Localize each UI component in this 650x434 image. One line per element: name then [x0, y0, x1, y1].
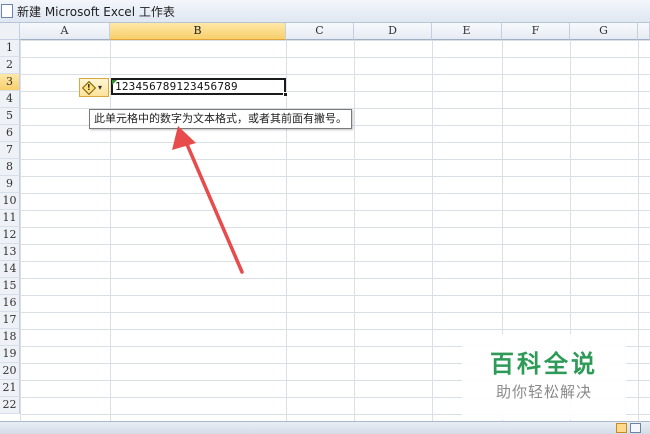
row-header-3[interactable]: 3 [0, 74, 20, 91]
row-header-21[interactable]: 21 [0, 380, 20, 397]
page-layout-view-button[interactable] [630, 423, 641, 433]
warning-diamond-icon: ! [81, 80, 97, 95]
fill-handle[interactable] [283, 92, 288, 97]
error-indicator-icon [112, 80, 117, 85]
row-header-5[interactable]: 5 [0, 108, 20, 125]
row-header-11[interactable]: 11 [0, 210, 20, 227]
watermark-logo: 百科全说 助你轻松解决 [462, 334, 626, 420]
status-bar [0, 421, 650, 434]
window-title: 新建 Microsoft Excel 工作表 [17, 4, 175, 19]
chevron-down-icon[interactable]: ▾ [98, 83, 102, 92]
active-cell-b3[interactable]: 123456789123456789 [111, 78, 286, 95]
row-header-16[interactable]: 16 [0, 295, 20, 312]
row-header-2[interactable]: 2 [0, 57, 20, 74]
column-header-a[interactable]: A [20, 23, 110, 40]
column-header-d[interactable]: D [354, 23, 432, 40]
row-header-14[interactable]: 14 [0, 261, 20, 278]
row-header-4[interactable]: 4 [0, 91, 20, 108]
row-header-20[interactable]: 20 [0, 363, 20, 380]
row-header-22[interactable]: 22 [0, 397, 20, 414]
row-header-13[interactable]: 13 [0, 244, 20, 261]
row-header-1[interactable]: 1 [0, 40, 20, 57]
row-header-8[interactable]: 8 [0, 159, 20, 176]
row-header-18[interactable]: 18 [0, 329, 20, 346]
row-header-10[interactable]: 10 [0, 193, 20, 210]
row-header-17[interactable]: 17 [0, 312, 20, 329]
watermark-brand: 百科全说 [490, 350, 598, 378]
column-header-b[interactable]: B [110, 23, 286, 40]
row-header-6[interactable]: 6 [0, 125, 20, 142]
watermark-tagline: 助你轻松解决 [495, 383, 592, 401]
error-tooltip: 此单元格中的数字为文本格式，或者其前面有撇号。 [89, 109, 352, 129]
normal-view-button[interactable] [616, 423, 627, 433]
row-header-12[interactable]: 12 [0, 227, 20, 244]
title-bar: 新建 Microsoft Excel 工作表 [0, 0, 650, 23]
row-header-9[interactable]: 9 [0, 176, 20, 193]
select-all-corner[interactable] [0, 23, 20, 40]
row-header-7[interactable]: 7 [0, 142, 20, 159]
excel-document-icon [1, 4, 13, 18]
column-header-overflow[interactable] [638, 23, 650, 40]
row-header-19[interactable]: 19 [0, 346, 20, 363]
column-header-g[interactable]: G [570, 23, 638, 40]
row-header-15[interactable]: 15 [0, 278, 20, 295]
column-header-e[interactable]: E [432, 23, 502, 40]
error-checking-button[interactable]: ! ▾ [79, 78, 109, 97]
column-header-f[interactable]: F [502, 23, 570, 40]
column-header-c[interactable]: C [286, 23, 354, 40]
